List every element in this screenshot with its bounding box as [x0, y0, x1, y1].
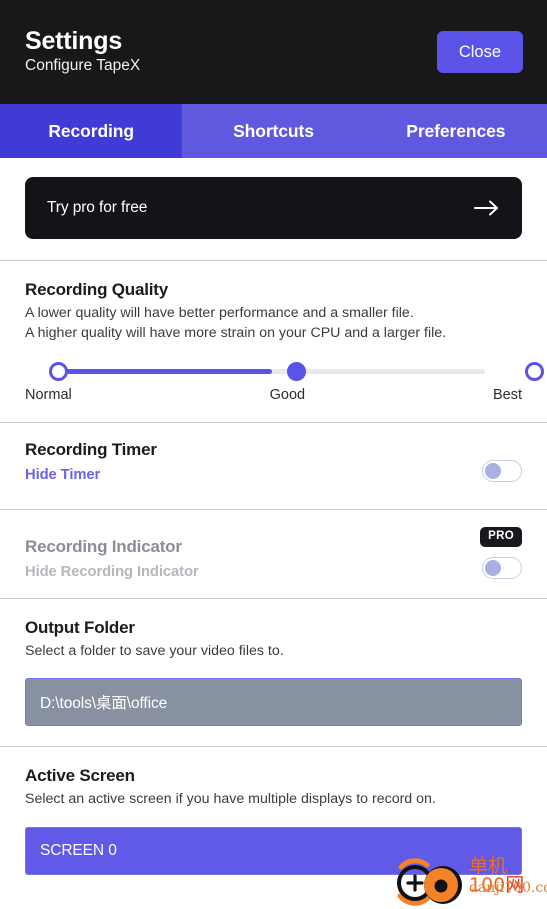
recording-timer-texts: Recording Timer Hide Timer — [25, 440, 157, 483]
active-screen-picker[interactable]: SCREEN 0 — [25, 826, 522, 875]
output-folder-picker[interactable]: D:\tools\桌面\office — [25, 678, 522, 727]
recording-indicator-section: Recording Indicator Hide Recording Indic… — [0, 510, 547, 598]
tab-recording[interactable]: Recording — [0, 104, 183, 158]
hide-recording-indicator-toggle[interactable] — [482, 556, 522, 579]
recording-timer-controls — [482, 460, 522, 483]
header-titles: Settings Configure TapeX — [25, 27, 140, 76]
toggle-knob — [485, 559, 501, 576]
recording-quality-desc: A lower quality will have better perform… — [25, 303, 522, 343]
recording-timer-section: Recording Timer Hide Timer — [0, 423, 547, 509]
slider-stop-best[interactable] — [525, 362, 544, 382]
active-screen-section: Active Screen Select an active screen if… — [0, 747, 547, 894]
toggle-knob — [485, 463, 501, 480]
recording-indicator-subtitle: Hide Recording Indicator — [25, 564, 199, 581]
tab-bar: Recording Shortcuts Preferences — [0, 104, 547, 158]
arrow-right-icon — [474, 200, 500, 216]
tab-shortcuts[interactable]: Shortcuts — [182, 104, 365, 158]
active-screen-desc: Select an active screen if you have mult… — [25, 791, 436, 808]
slider-label-good: Good — [269, 387, 306, 404]
recording-indicator-title: Recording Indicator — [25, 537, 182, 557]
slider-label-best: Best — [492, 387, 522, 404]
page-subtitle: Configure TapeX — [25, 57, 141, 75]
pro-badge: PRO — [480, 527, 522, 547]
output-folder-section: Output Folder Select a folder to save yo… — [0, 599, 547, 746]
recording-quality-title: Recording Quality — [25, 280, 169, 299]
try-pro-banner[interactable]: Try pro for free — [25, 177, 522, 239]
close-button[interactable]: Close — [436, 30, 523, 74]
slider-track[interactable] — [58, 369, 485, 375]
slider-label-normal: Normal — [25, 387, 72, 404]
slider-stop-good[interactable] — [287, 362, 306, 382]
recording-quality-section: Recording Quality A lower quality will h… — [0, 261, 547, 422]
settings-window: Settings Configure TapeX Close Recording… — [0, 0, 547, 909]
page-title: Settings — [25, 27, 123, 56]
active-screen-title: Active Screen — [25, 766, 135, 786]
quality-slider[interactable]: Normal Good Best — [25, 362, 544, 408]
hide-timer-toggle[interactable] — [482, 460, 522, 483]
try-pro-label: Try pro for free — [47, 199, 148, 216]
output-folder-desc: Select a folder to save your video files… — [25, 643, 284, 660]
slider-track-fill — [58, 369, 272, 375]
recording-quality-desc-line2: A higher quality will have more strain o… — [25, 325, 447, 342]
recording-quality-desc-line1: A lower quality will have better perform… — [25, 305, 414, 321]
recording-indicator-controls: PRO — [480, 527, 522, 579]
slider-tick-labels: Normal Good Best — [25, 387, 522, 403]
promo-banner-wrap: Try pro for free — [0, 158, 547, 260]
recording-timer-title: Recording Timer — [25, 440, 157, 460]
recording-timer-subtitle: Hide Timer — [25, 467, 101, 484]
recording-indicator-texts: Recording Indicator Hide Recording Indic… — [25, 537, 199, 580]
slider-stop-normal[interactable] — [49, 362, 68, 382]
window-header: Settings Configure TapeX Close — [0, 0, 547, 104]
tab-preferences[interactable]: Preferences — [364, 104, 547, 158]
output-folder-title: Output Folder — [25, 618, 135, 638]
